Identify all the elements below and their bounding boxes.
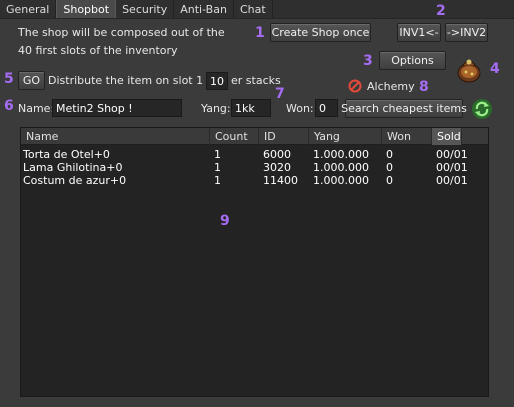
table-header: Name Count ID Yang Won Sold xyxy=(21,128,488,145)
cell-name: Torta de Otel+0 xyxy=(23,148,110,161)
table-row[interactable]: Lama Ghilotina+0 1 3020 1.000.000 0 00/0… xyxy=(21,162,488,174)
cell-yang: 1.000.000 xyxy=(313,148,369,161)
won-input[interactable] xyxy=(315,99,338,117)
shop-items-table[interactable]: Name Count ID Yang Won Sold Torta de Ote… xyxy=(20,127,489,397)
cell-won: 0 xyxy=(386,148,393,161)
marker-6: 6 xyxy=(4,98,14,114)
forbidden-icon xyxy=(348,79,362,93)
yang-input[interactable] xyxy=(231,99,271,117)
cell-sold: 00/01 xyxy=(436,148,468,161)
cell-id: 11400 xyxy=(263,174,298,187)
column-name[interactable]: Name xyxy=(21,128,210,145)
cell-id: 6000 xyxy=(263,148,291,161)
inv2-button[interactable]: ->INV2 xyxy=(445,23,488,42)
cell-name: Costum de azur+0 xyxy=(23,174,127,187)
cell-yang: 1.000.000 xyxy=(313,161,369,174)
options-button[interactable]: Options xyxy=(379,51,446,70)
marker-8: 8 xyxy=(419,79,429,95)
cell-id: 3020 xyxy=(263,161,291,174)
yang-label: Yang: xyxy=(201,102,231,115)
cell-count: 1 xyxy=(214,161,221,174)
table-row[interactable]: Torta de Otel+0 1 6000 1.000.000 0 00/01 xyxy=(21,149,488,161)
tab-general[interactable]: General xyxy=(0,0,57,18)
cell-won: 0 xyxy=(386,174,393,187)
go-button[interactable]: GO xyxy=(18,71,45,90)
table-row[interactable]: Costum de azur+0 1 11400 1.000.000 0 00/… xyxy=(21,175,488,187)
distribute-label: Distribute the item on slot 1 into xyxy=(48,74,228,87)
shop-name-input[interactable] xyxy=(52,99,182,117)
marker-4: 4 xyxy=(490,61,500,77)
refresh-icon[interactable] xyxy=(471,98,493,120)
cell-sold: 00/01 xyxy=(436,161,468,174)
tab-security[interactable]: Security xyxy=(116,0,175,18)
cell-sold: 00/01 xyxy=(436,174,468,187)
cell-yang: 1.000.000 xyxy=(313,174,369,187)
marker-9: 9 xyxy=(220,213,230,229)
marker-2: 2 xyxy=(436,3,446,19)
stack-count-input[interactable] xyxy=(206,72,228,90)
cell-count: 1 xyxy=(214,148,221,161)
tab-anti-ban[interactable]: Anti-Ban xyxy=(174,0,234,18)
search-cheapest-button[interactable]: Search cheapest items xyxy=(341,99,467,118)
marker-5: 5 xyxy=(4,71,14,87)
distribute-suffix: er stacks xyxy=(231,74,281,87)
cell-won: 0 xyxy=(386,161,393,174)
column-sold[interactable]: Sold xyxy=(432,128,462,145)
marker-7: 7 xyxy=(275,86,285,102)
alchemy-label[interactable]: Alchemy xyxy=(367,80,415,93)
tab-chat[interactable]: Chat xyxy=(233,0,273,18)
column-yang[interactable]: Yang xyxy=(309,128,382,145)
column-won[interactable]: Won xyxy=(382,128,432,145)
create-shop-once-button[interactable]: Create Shop once xyxy=(270,23,371,42)
cell-count: 1 xyxy=(214,174,221,187)
shop-info-line1: The shop will be composed out of the xyxy=(18,26,225,39)
shopbot-window: General Shopbot Security Anti-Ban Chat T… xyxy=(0,0,514,407)
column-id[interactable]: ID xyxy=(259,128,309,145)
shop-info-line2: 40 first slots of the inventory xyxy=(18,44,178,57)
inv1-button[interactable]: INV1<- xyxy=(397,23,441,42)
shop-bag-icon[interactable] xyxy=(454,54,484,84)
marker-3: 3 xyxy=(363,53,373,69)
tab-shopbot[interactable]: Shopbot xyxy=(56,0,117,18)
marker-1: 1 xyxy=(255,25,265,41)
cell-name: Lama Ghilotina+0 xyxy=(23,161,123,174)
won-label: Won: xyxy=(286,102,314,115)
name-label: Name: xyxy=(18,102,55,115)
column-count[interactable]: Count xyxy=(210,128,259,145)
